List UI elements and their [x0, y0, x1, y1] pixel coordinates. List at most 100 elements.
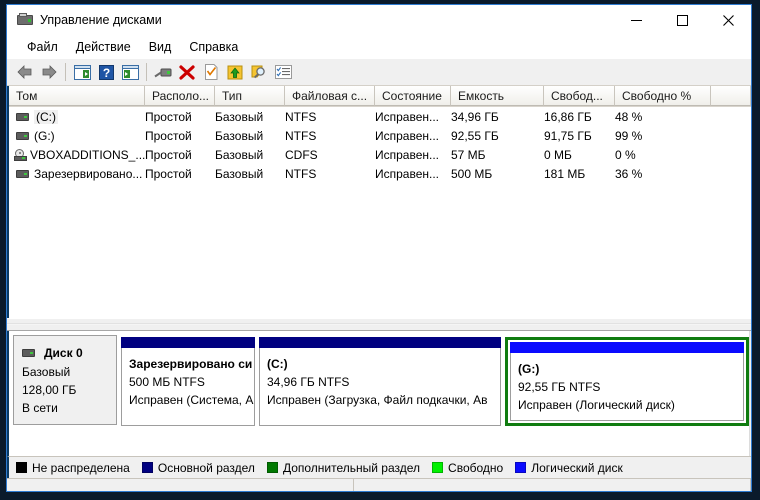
table-row[interactable]: (C:) Простой Базовый NTFS Исправен... 34… — [9, 107, 751, 126]
volume-capacity-cell: 34,96 ГБ — [451, 109, 499, 124]
legend-label: Основной раздел — [157, 460, 255, 475]
column-header-status[interactable]: Состояние — [375, 86, 451, 106]
volume-name-cell[interactable]: (C:) — [9, 109, 145, 124]
menu-item-file[interactable]: Файл — [18, 38, 67, 56]
volume-name: (C:) — [34, 109, 58, 124]
column-header-type[interactable]: Тип — [215, 86, 285, 106]
hard-disk-icon — [16, 169, 29, 179]
close-button[interactable] — [705, 5, 751, 35]
volume-status-cell: Исправен... — [375, 109, 440, 124]
close-icon — [722, 14, 734, 26]
scroll-up-button[interactable] — [750, 331, 751, 348]
export-list-button[interactable] — [223, 61, 247, 83]
column-header-layout[interactable]: Располо... — [145, 86, 215, 106]
pane-splitter[interactable] — [7, 318, 751, 331]
volume-layout-cell: Простой — [145, 166, 192, 181]
table-row[interactable]: Зарезервировано... Простой Базовый NTFS … — [9, 164, 751, 183]
volume-name-cell[interactable]: VBOXADDITIONS_... — [9, 148, 145, 162]
minimize-button[interactable] — [613, 5, 659, 35]
legend-item-extended-partition: Дополнительный раздел — [266, 461, 420, 475]
disk-management-icon — [17, 12, 33, 28]
rescan-disks-button[interactable] — [247, 61, 271, 83]
legend-label: Свободно — [448, 460, 504, 475]
column-header-volume[interactable]: Том — [9, 86, 145, 106]
maximize-button[interactable] — [659, 5, 705, 35]
properties-button[interactable] — [199, 61, 223, 83]
back-button[interactable] — [13, 61, 37, 83]
show-details-button[interactable] — [271, 61, 295, 83]
minimize-icon — [630, 19, 642, 21]
volume-free-cell: 181 МБ — [544, 166, 586, 181]
disk-info-panel[interactable]: Диск 0 Базовый 128,00 ГБ В сети — [13, 335, 117, 425]
legend-swatch-icon — [141, 462, 153, 473]
legend-item-primary-partition: Основной раздел — [141, 460, 255, 475]
volume-name: Зарезервировано... — [34, 166, 143, 181]
partition-c[interactable]: (C:) 34,96 ГБ NTFS Исправен (Загрузка, Ф… — [259, 337, 501, 426]
volume-name-cell[interactable]: Зарезервировано... — [9, 167, 145, 181]
cd-rom-icon — [14, 148, 27, 161]
menu-item-action[interactable]: Действие — [67, 38, 140, 56]
hard-disk-icon — [22, 348, 35, 358]
partition-body: (C:) 34,96 ГБ NTFS Исправен (Загрузка, Ф… — [259, 348, 501, 426]
status-strip — [7, 478, 751, 491]
volume-filesystem-cell: NTFS — [285, 109, 317, 124]
legend-item-logical-drive: Логический диск — [515, 461, 623, 475]
column-header-free[interactable]: Свобод... — [544, 86, 615, 106]
partition-status: Исправен (Система, А — [129, 393, 254, 408]
table-row[interactable]: VBOXADDITIONS_... Простой Базовый CDFS И… — [9, 145, 751, 164]
column-header-free-percent[interactable]: Свободно % — [615, 86, 711, 106]
status-segment — [7, 479, 355, 491]
table-row[interactable]: (G:) Простой Базовый NTFS Исправен... 92… — [9, 126, 751, 145]
partition-system-reserved[interactable]: Зарезервировано си 500 МБ NTFS Исправен … — [121, 337, 255, 426]
window-controls — [613, 5, 751, 35]
connect-to-computer-button[interactable] — [151, 61, 175, 83]
legend-swatch-icon — [515, 462, 527, 473]
window-pane-icon — [73, 64, 91, 80]
disk-view-scrollbar[interactable] — [749, 331, 751, 456]
forward-button[interactable] — [37, 61, 61, 83]
partition-body: Зарезервировано си 500 МБ NTFS Исправен … — [121, 348, 255, 426]
back-icon — [17, 65, 32, 79]
volume-free-percent-cell: 0 % — [615, 147, 636, 162]
column-header-capacity[interactable]: Емкость — [451, 86, 544, 106]
volume-filesystem-cell: CDFS — [285, 147, 318, 162]
toolbar-separator — [65, 63, 66, 81]
plug-icon — [154, 68, 172, 77]
disk-title-row: Диск 0 — [22, 344, 116, 362]
volume-capacity-cell: 57 МБ — [451, 147, 486, 162]
volume-type-cell: Базовый — [215, 166, 264, 181]
disk-type: Базовый — [22, 365, 71, 379]
volume-status-cell: Исправен... — [375, 166, 440, 181]
column-header-filesystem[interactable]: Файловая с... — [285, 86, 375, 106]
volume-type-cell: Базовый — [215, 147, 264, 162]
legend-swatch-icon — [16, 462, 27, 473]
volume-filesystem-cell: NTFS — [285, 166, 317, 181]
partition-size-fs: 500 МБ NTFS — [129, 375, 205, 390]
partition-size-fs: 92,55 ГБ NTFS — [518, 380, 601, 395]
legend-bar: Не распределена Основной раздел Дополнит… — [7, 456, 751, 478]
partition-size-fs: 34,96 ГБ NTFS — [267, 375, 350, 390]
partition-g[interactable]: (G:) 92,55 ГБ NTFS Исправен (Логический … — [505, 337, 749, 426]
partition-title: (G:) — [518, 362, 540, 376]
list-check-icon — [274, 65, 292, 79]
volume-type-cell: Базовый — [215, 109, 264, 124]
help-button[interactable]: ? — [94, 61, 118, 83]
forward-icon — [42, 65, 57, 79]
volume-name-cell[interactable]: (G:) — [9, 129, 145, 143]
legend-label: Логический диск — [531, 460, 623, 475]
scroll-down-button[interactable] — [750, 439, 751, 456]
volume-list-pane: Том Располо... Тип Файловая с... Состоян… — [7, 86, 751, 401]
partition-color-bar — [510, 342, 744, 353]
volume-free-cell: 16,86 ГБ — [544, 109, 592, 124]
menu-item-view[interactable]: Вид — [140, 38, 181, 56]
status-segment — [354, 479, 751, 491]
delete-button[interactable] — [175, 61, 199, 83]
show-action-pane-button[interactable] — [118, 61, 142, 83]
show-hide-tree-button[interactable] — [70, 61, 94, 83]
volume-layout-cell: Простой — [145, 128, 192, 143]
magnifier-icon — [251, 65, 265, 78]
partition-title: (C:) — [267, 357, 288, 371]
column-header-filler[interactable] — [711, 86, 751, 106]
legend-swatch-icon — [266, 462, 278, 473]
menu-item-help[interactable]: Справка — [180, 38, 247, 56]
